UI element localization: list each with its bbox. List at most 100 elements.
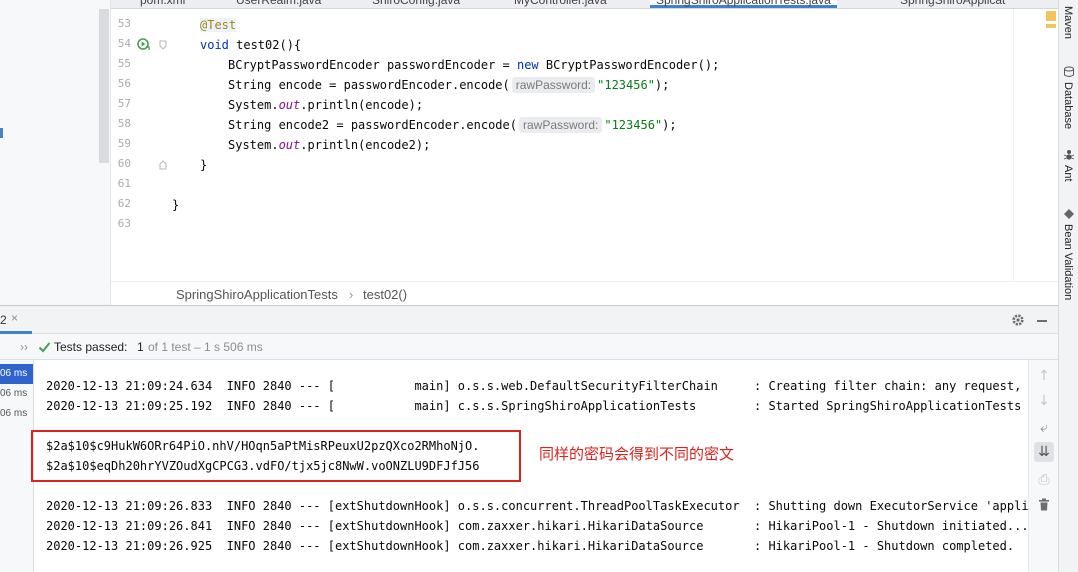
code-text: System. — [228, 98, 279, 112]
line-number: 57 — [117, 97, 131, 110]
right-tool-strip: Maven Database Ant Bean Validation — [1058, 0, 1078, 572]
close-icon[interactable]: × — [11, 311, 18, 325]
test-tree-item[interactable]: 06 ms — [0, 404, 33, 424]
tests-duration: of 1 test – 1 s 506 ms — [148, 340, 263, 354]
line-number: 59 — [117, 137, 131, 150]
code-text: String encode = passwordEncoder.encode( — [228, 78, 510, 92]
code-line: void test02(){ — [200, 35, 301, 55]
string-token: "123456" — [597, 78, 655, 92]
log-line: 2020-12-13 21:09:24.634 INFO 2840 --- [ … — [46, 379, 1028, 393]
arrow-down-icon[interactable]: ↓ — [1034, 391, 1054, 411]
annotation-note: 同样的密码会得到不同的密文 — [539, 445, 735, 463]
tests-passed-count: 1 — [137, 340, 144, 354]
scrollbar-thumb[interactable] — [99, 9, 109, 163]
line-number: 53 — [117, 17, 131, 30]
editor-tab-bar: ⌄ ⌄ pom.xml UserRealm.java ShiroConfig.j… — [0, 0, 1058, 9]
code-line: @Test — [200, 15, 237, 35]
trash-icon[interactable] — [1038, 498, 1050, 511]
tool-database[interactable]: Database — [1062, 82, 1074, 129]
breadcrumb-separator: › — [349, 287, 354, 302]
run-test-icon[interactable] — [137, 37, 151, 51]
code-text: String encode2 = passwordEncoder.encode( — [228, 118, 517, 132]
scroll-to-end-icon[interactable]: ⇊ — [1034, 442, 1054, 462]
line-number: 56 — [117, 77, 131, 90]
line-number: 60 — [117, 157, 131, 170]
run-tab-label[interactable]: 2 — [0, 313, 7, 327]
tab-mycontroller[interactable]: MyController.java — [514, 0, 607, 8]
tool-ant[interactable]: Ant — [1062, 165, 1074, 182]
parameter-hint: rawPassword: — [511, 77, 596, 93]
annotation-token: @Test — [200, 18, 237, 32]
fold-icon[interactable] — [159, 40, 167, 50]
line-number: 61 — [117, 177, 131, 190]
print-icon[interactable]: ⎙ — [1034, 470, 1054, 490]
code-text: } — [172, 198, 180, 212]
minimize-icon[interactable] — [1037, 320, 1047, 322]
project-panel-edge — [0, 0, 111, 305]
line-number: 63 — [117, 217, 131, 230]
field-token: out — [278, 138, 301, 152]
code-text: System. — [228, 138, 279, 152]
tab-pom-xml[interactable]: pom.xml — [140, 0, 185, 8]
code-text: } — [200, 158, 208, 172]
soft-wrap-icon[interactable]: ⤶ — [1034, 418, 1054, 438]
log-line: 2020-12-13 21:09:25.192 INFO 2840 --- [ … — [46, 399, 1028, 413]
check-icon — [38, 342, 51, 353]
gear-icon[interactable] — [1011, 313, 1025, 327]
code-text: .println(encode2); — [300, 138, 431, 152]
code-text: BCryptPasswordEncoder passwordEncoder = — [228, 58, 517, 72]
tool-maven[interactable]: Maven — [1062, 6, 1074, 39]
tool-bean-validation[interactable]: Bean Validation — [1062, 224, 1074, 300]
code-text: ); — [662, 118, 677, 132]
log-line: 2020-12-13 21:09:26.841 INFO 2840 --- [e… — [46, 519, 1028, 533]
test-status-bar: ›› Tests passed: 1 of 1 test – 1 s 506 m… — [0, 334, 1058, 360]
breadcrumb: SpringShiroApplicationTests › test02() — [111, 281, 1058, 305]
code-line: System.out.println(encode2); — [228, 135, 430, 155]
expand-icon[interactable]: ›› — [20, 340, 28, 354]
tests-passed-label: Tests passed: — [54, 340, 128, 354]
parameter-hint: rawPassword: — [518, 117, 603, 133]
breadcrumb-method[interactable]: test02() — [363, 287, 407, 302]
code-line: String encode2 = passwordEncoder.encode(… — [228, 115, 677, 135]
warning-indicator[interactable] — [1046, 11, 1056, 21]
log-line: 2020-12-13 21:09:26.833 INFO 2840 --- [e… — [46, 499, 1028, 513]
tab-springshiroapplication[interactable]: SpringShiroApplicat — [900, 0, 1005, 8]
fold-icon[interactable] — [159, 160, 167, 170]
line-number: 55 — [117, 57, 131, 70]
editor-scrollbar[interactable] — [1013, 9, 1058, 305]
code-line: BCryptPasswordEncoder passwordEncoder = … — [228, 55, 719, 75]
code-line: } — [172, 195, 179, 215]
run-panel-header: 2 × — [0, 305, 1058, 334]
arrow-up-icon[interactable]: ↑ — [1034, 366, 1054, 386]
editor-gutter: 53 54 55 56 57 58 59 60 61 62 63 — [111, 9, 167, 281]
code-editor[interactable]: @Test void test02(){ BCryptPasswordEncod… — [167, 9, 1013, 281]
tab-shiroconfig[interactable]: ShiroConfig.java — [372, 0, 460, 8]
breadcrumb-class[interactable]: SpringShiroApplicationTests — [176, 287, 338, 302]
highlight-box — [31, 430, 521, 482]
tab-springshiroapplicationtests[interactable]: SpringShiroApplicationTests.java — [650, 0, 837, 8]
code-text: .println(encode); — [300, 98, 424, 112]
code-text: BCryptPasswordEncoder(); — [538, 58, 720, 72]
string-token: "123456" — [604, 118, 663, 132]
warning-stripe[interactable] — [1046, 24, 1056, 28]
code-text: test02(){ — [228, 38, 302, 52]
bean-validation-icon — [1064, 209, 1074, 219]
test-tree-item[interactable]: 06 ms — [0, 364, 33, 384]
code-line: System.out.println(encode); — [228, 95, 423, 115]
ant-icon — [1063, 150, 1075, 160]
test-tree-item[interactable]: 06 ms — [0, 384, 33, 404]
code-line: String encode = passwordEncoder.encode(r… — [228, 75, 669, 95]
code-line: } — [200, 155, 207, 175]
console-toolbar: ↑ ↓ ⤶ ⇊ ⎙ — [1028, 360, 1058, 572]
keyword-token: new — [516, 58, 539, 72]
selection-marker — [0, 128, 3, 138]
code-text: ); — [654, 78, 670, 92]
line-number: 54 — [117, 37, 131, 50]
field-token: out — [278, 98, 301, 112]
tab-userrealm[interactable]: UserRealm.java — [236, 0, 321, 8]
line-number: 62 — [117, 197, 131, 210]
test-tree: 06 ms 06 ms 06 ms — [0, 360, 34, 572]
line-number: 58 — [117, 117, 131, 130]
log-line: 2020-12-13 21:09:26.925 INFO 2840 --- [e… — [46, 539, 1015, 553]
keyword-token: void — [200, 38, 229, 52]
